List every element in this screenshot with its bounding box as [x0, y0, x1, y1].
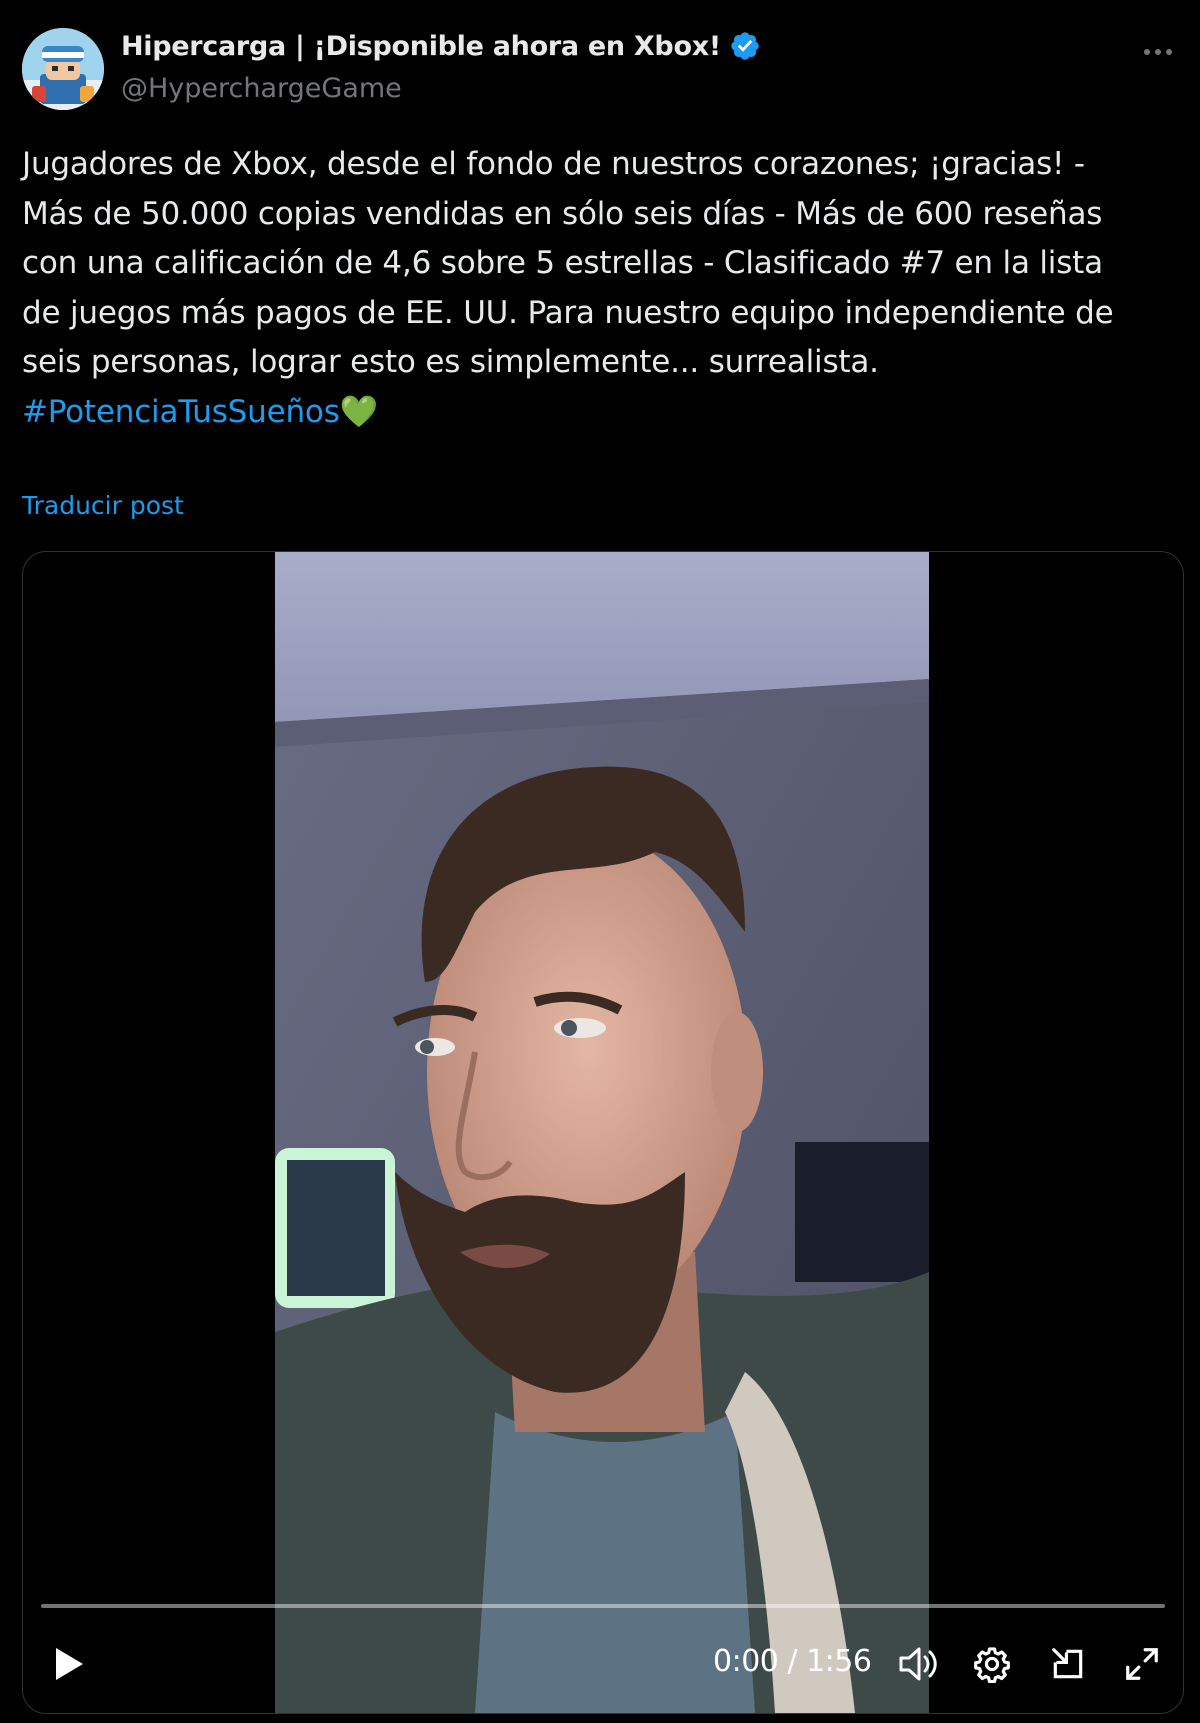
duration: 1:56 [806, 1644, 872, 1679]
post-text-line: Jugadores de Xbox, desde el fondo de nue… [22, 146, 1085, 182]
picture-in-picture-icon [1052, 1648, 1083, 1679]
gear-icon [974, 1647, 1010, 1683]
verified-badge-icon [729, 30, 761, 62]
avatar[interactable] [22, 28, 104, 110]
tweet: Hipercarga | ¡Disponible ahora en Xbox! … [0, 0, 1200, 1723]
fullscreen-icon [1126, 1648, 1158, 1680]
ellipsis-icon [1144, 49, 1172, 55]
post-text-line: seis personas, lograr esto es simplement… [22, 344, 879, 380]
more-options-button[interactable] [1138, 32, 1178, 72]
volume-icon [899, 1647, 937, 1681]
time-separator: / [778, 1644, 807, 1679]
video-still-image [275, 552, 929, 1713]
translate-post-link[interactable]: Traducir post [22, 491, 184, 520]
volume-button[interactable] [893, 1636, 943, 1692]
play-icon [56, 1648, 83, 1680]
play-button[interactable] [45, 1636, 93, 1692]
author-name-row[interactable]: Hipercarga | ¡Disponible ahora en Xbox! [121, 30, 761, 62]
post-text-line: de juegos más pagos de EE. UU. Para nues… [22, 294, 1114, 331]
video-time: 0:00 / 1:56 [713, 1644, 872, 1679]
post-text-line: Más de 50.000 copias vendidas en sólo se… [22, 195, 1103, 232]
display-name[interactable]: Hipercarga | ¡Disponible ahora en Xbox! [121, 31, 721, 62]
picture-in-picture-button[interactable] [1043, 1636, 1093, 1692]
hashtag-link[interactable]: #PotenciaTusSueños [22, 394, 340, 430]
game-character-avatar-icon [22, 28, 104, 110]
post-text: Jugadores de Xbox, desde el fondo de nue… [22, 140, 1182, 437]
hashtag-line: #PotenciaTusSueños💚 [22, 388, 1182, 438]
green-heart-emoji: 💚 [339, 393, 379, 430]
post-text-line: con una calificación de 4,6 sobre 5 estr… [22, 245, 1103, 281]
video-controls: 0:00 / 1:56 [23, 1636, 1183, 1692]
fullscreen-button[interactable] [1117, 1636, 1167, 1692]
video-progress-bar[interactable] [41, 1604, 1165, 1608]
video-player[interactable]: 0:00 / 1:56 [22, 551, 1184, 1714]
settings-button[interactable] [967, 1636, 1017, 1692]
video-frame[interactable] [275, 552, 929, 1713]
author-handle[interactable]: @HyperchargeGame [121, 73, 402, 104]
current-time: 0:00 [713, 1644, 779, 1679]
